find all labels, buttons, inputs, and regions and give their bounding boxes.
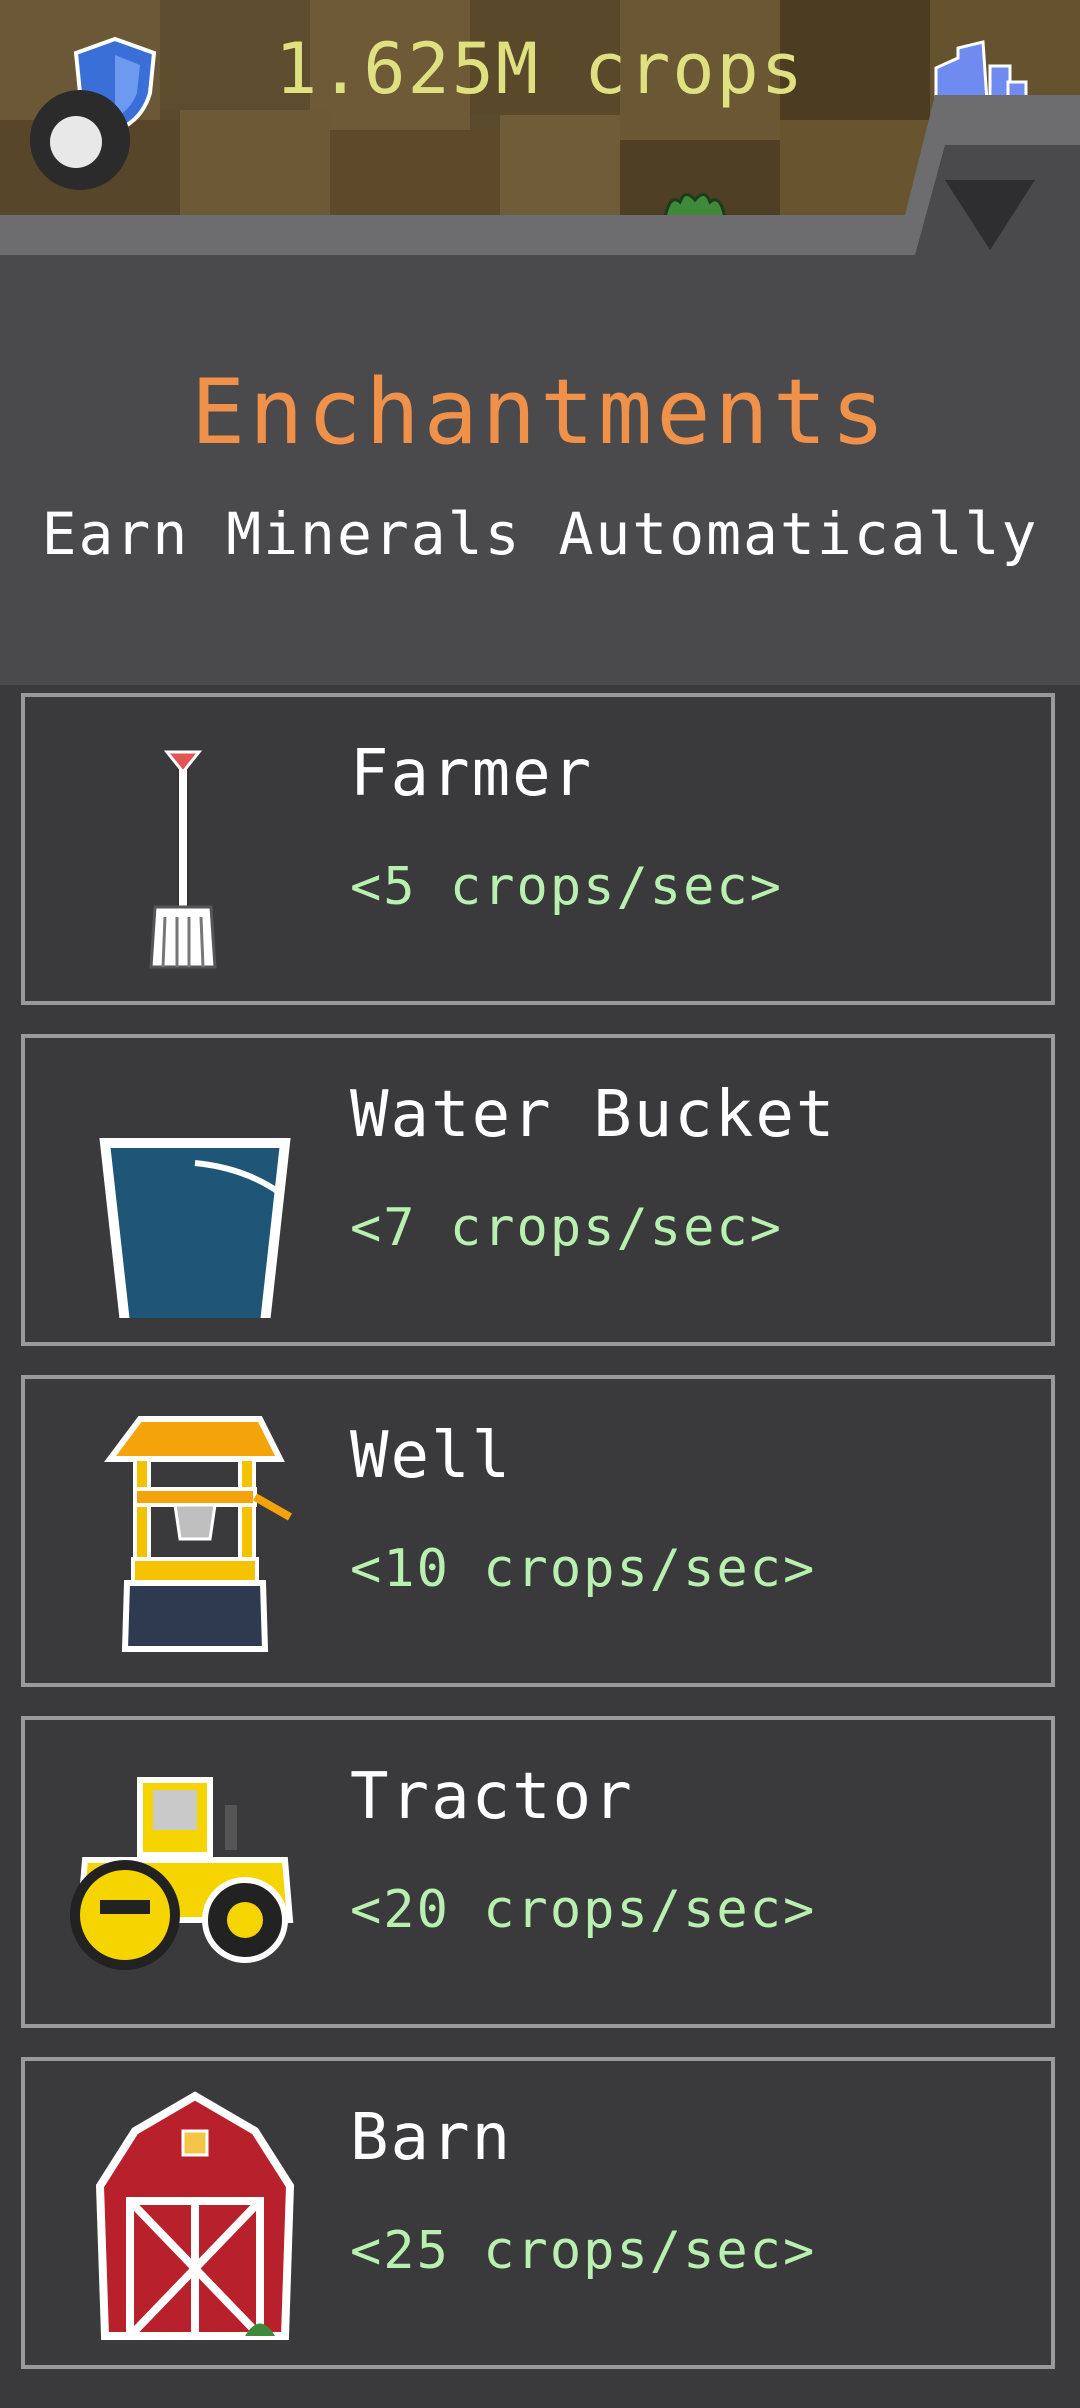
item-name: Barn (350, 2101, 513, 2175)
item-card-barn[interactable]: Barn <25 crops/sec> (21, 2057, 1055, 2369)
item-rate: <10 crops/sec> (350, 1539, 817, 1599)
enchantments-panel (0, 265, 1080, 685)
item-name: Water Bucket (350, 1078, 837, 1152)
pitchfork-icon (149, 750, 217, 969)
barn-icon (95, 2091, 295, 2340)
item-rate: <25 crops/sec> (350, 2221, 817, 2281)
item-name: Farmer (350, 737, 594, 811)
tractor-icon (70, 1777, 294, 1970)
item-card-water-bucket[interactable]: Water Bucket <7 crops/sec> (21, 1034, 1055, 1346)
item-rate: <5 crops/sec> (350, 857, 783, 917)
item-card-tractor[interactable]: Tractor <20 crops/sec> (21, 1716, 1055, 2028)
bucket-icon (99, 1138, 291, 1318)
panel-subtitle: Earn Minerals Automatically (41, 500, 1039, 568)
panel-title: Enchantments (190, 360, 890, 465)
item-rate: <20 crops/sec> (350, 1880, 817, 1940)
item-card-well[interactable]: Well <10 crops/sec> (21, 1375, 1055, 1687)
collapse-button[interactable] (935, 165, 1045, 255)
panel-ledge (0, 95, 1080, 270)
item-rate: <7 crops/sec> (350, 1198, 783, 1258)
well-icon (104, 1416, 292, 1652)
item-name: Tractor (350, 1760, 634, 1834)
item-name: Well (350, 1419, 513, 1493)
item-card-farmer[interactable]: Farmer <5 crops/sec> (21, 693, 1055, 1005)
